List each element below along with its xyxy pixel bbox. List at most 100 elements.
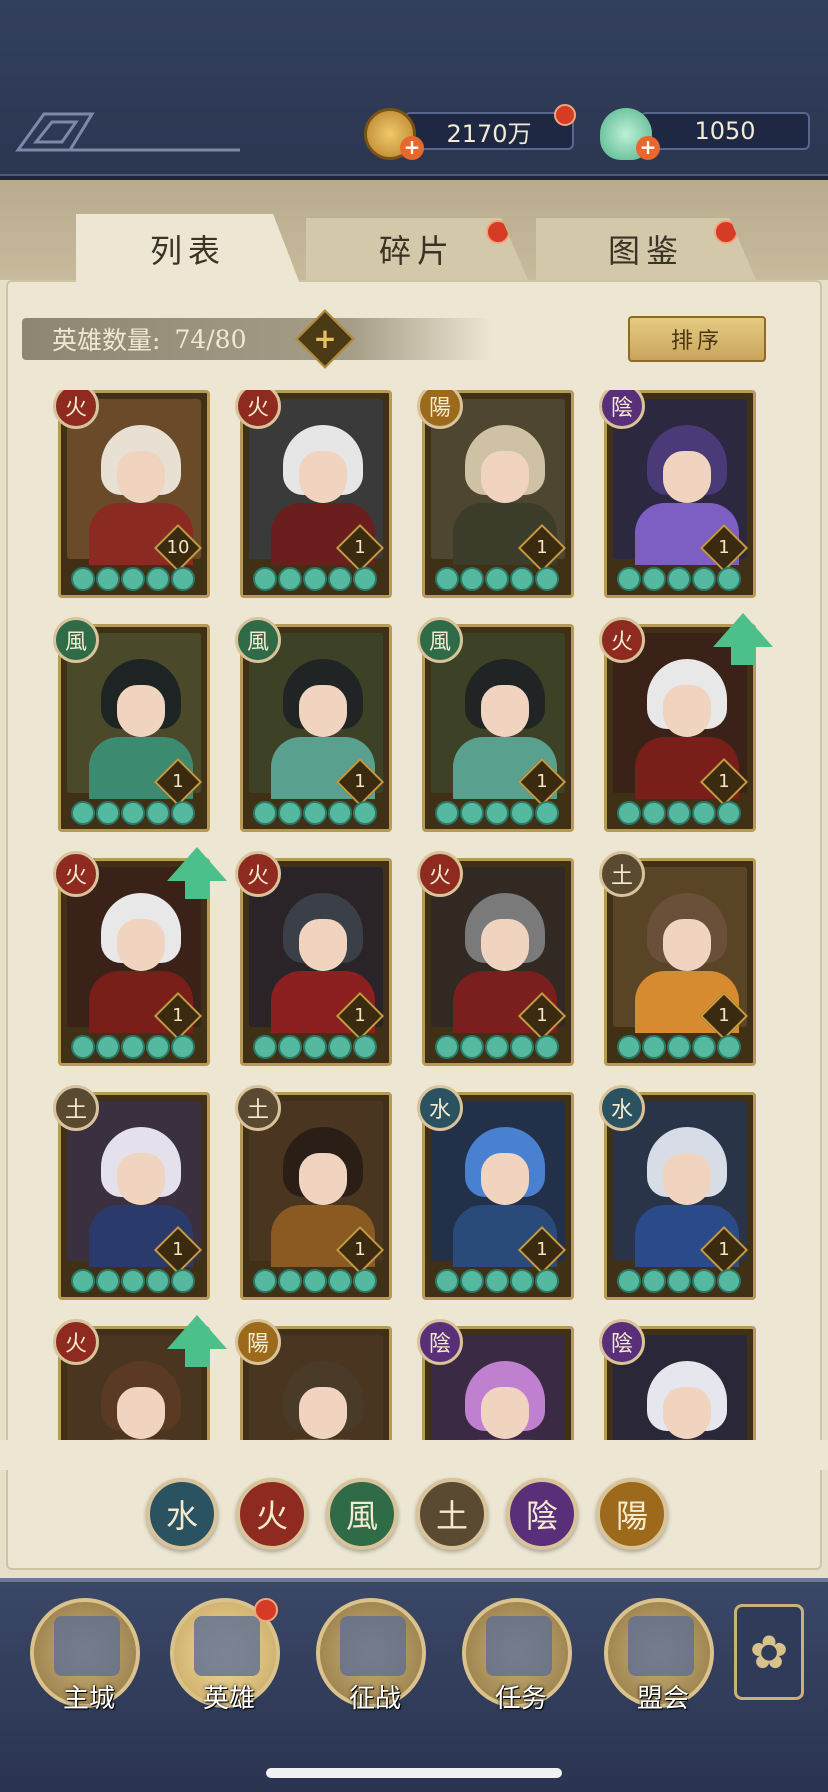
element-badge-icon: 火 bbox=[53, 851, 99, 897]
hero-face bbox=[481, 1387, 529, 1439]
jade-star-icon bbox=[96, 567, 120, 591]
jade-star-icon bbox=[171, 801, 195, 825]
element-badge-icon: 風 bbox=[235, 617, 281, 663]
jade-star-icon bbox=[435, 1035, 459, 1059]
hero-level: 1 bbox=[172, 771, 184, 792]
hero-star-rating bbox=[435, 1269, 559, 1293]
nav-label: 盟会 bbox=[636, 1684, 689, 1714]
jade-star-icon bbox=[253, 801, 277, 825]
filter-fire-button[interactable]: 火 bbox=[236, 1478, 308, 1550]
hero-level: 1 bbox=[536, 771, 548, 792]
hero-card[interactable]: 土1 bbox=[599, 851, 756, 1066]
hero-card[interactable]: 陽 bbox=[235, 1319, 392, 1450]
jade-star-icon bbox=[667, 801, 691, 825]
element-badge-icon: 土 bbox=[53, 1085, 99, 1131]
filter-yang-button[interactable]: 陽 bbox=[596, 1478, 668, 1550]
hero-face bbox=[663, 451, 711, 503]
jade-star-icon bbox=[121, 1035, 145, 1059]
filter-wind-button[interactable]: 風 bbox=[326, 1478, 398, 1550]
hero-card[interactable]: 陰 bbox=[417, 1319, 574, 1450]
nav-battle-button[interactable]: 征战 bbox=[316, 1598, 426, 1714]
sort-button[interactable]: 排序 bbox=[628, 316, 766, 362]
nav-city-gate-button[interactable]: 主城 bbox=[30, 1598, 140, 1714]
jade-value: 1050 bbox=[640, 112, 810, 150]
hero-face bbox=[117, 685, 165, 737]
element-badge-icon: 風 bbox=[53, 617, 99, 663]
plus-icon: + bbox=[313, 322, 337, 355]
hero-star-rating bbox=[253, 801, 377, 825]
hero-card[interactable]: 火1 bbox=[599, 613, 773, 832]
nav-scroll-task-button[interactable]: 任务 bbox=[462, 1598, 572, 1714]
jade-star-icon bbox=[510, 1035, 534, 1059]
hero-card[interactable]: 火1 bbox=[235, 851, 392, 1066]
hero-level: 1 bbox=[718, 537, 730, 558]
filter-earth-button[interactable]: 土 bbox=[416, 1478, 488, 1550]
jade-star-icon bbox=[121, 801, 145, 825]
hero-card[interactable]: 火1 bbox=[53, 847, 227, 1066]
jade-star-icon bbox=[353, 801, 377, 825]
add-jade-button[interactable]: + bbox=[636, 136, 660, 160]
hero-face bbox=[299, 1387, 347, 1439]
jade-resource[interactable]: 1050 + bbox=[600, 108, 810, 160]
hero-star-rating bbox=[435, 1035, 559, 1059]
flower-menu-icon[interactable]: ✿ bbox=[734, 1604, 804, 1700]
jade-star-icon bbox=[253, 567, 277, 591]
tab-list[interactable]: 列表 bbox=[76, 214, 300, 284]
coin-alert-dot bbox=[554, 104, 576, 126]
filter-yin-button[interactable]: 陰 bbox=[506, 1478, 578, 1550]
hero-card[interactable]: 火1 bbox=[235, 390, 392, 598]
hero-card[interactable]: 陽1 bbox=[417, 390, 574, 598]
jade-star-icon bbox=[171, 567, 195, 591]
hero-grid: 火 10 火1 陽1 陰1 風1 風1 風 1 火 1 火 1 火 1 火 1 … bbox=[0, 390, 828, 1450]
element-badge-icon: 水 bbox=[417, 1085, 463, 1131]
hero-card[interactable]: 火 10 bbox=[53, 390, 210, 598]
hero-card[interactable]: 土1 bbox=[235, 1085, 392, 1300]
hero-level: 1 bbox=[354, 1239, 366, 1260]
jade-star-icon bbox=[71, 1035, 95, 1059]
home-indicator[interactable] bbox=[266, 1768, 562, 1778]
coin-resource[interactable]: 2170万 + bbox=[364, 104, 584, 160]
nav-alert-dot bbox=[254, 1598, 278, 1622]
hero-count-label: 英雄数量: bbox=[52, 326, 161, 355]
add-coin-button[interactable]: + bbox=[400, 136, 424, 160]
hero-card[interactable]: 水1 bbox=[417, 1085, 574, 1300]
hero-face bbox=[117, 1387, 165, 1439]
jade-star-icon bbox=[692, 1269, 716, 1293]
jade-star-icon bbox=[171, 1035, 195, 1059]
jade-star-icon bbox=[692, 801, 716, 825]
tab-fragments[interactable]: 碎片 bbox=[306, 218, 528, 280]
jade-star-icon bbox=[535, 1269, 559, 1293]
hero-card[interactable]: 風1 bbox=[53, 617, 210, 832]
nav-hero-portrait-button[interactable]: 英雄 bbox=[170, 1598, 280, 1714]
tab-codex[interactable]: 图鉴 bbox=[536, 218, 756, 280]
jade-star-icon bbox=[510, 1269, 534, 1293]
tab-label: 碎片 bbox=[378, 232, 455, 270]
hero-card[interactable]: 陰 bbox=[599, 1319, 756, 1450]
hero-star-rating bbox=[253, 567, 377, 591]
jade-star-icon bbox=[328, 801, 352, 825]
jade-star-icon bbox=[642, 801, 666, 825]
filter-water-button[interactable]: 水 bbox=[146, 1478, 218, 1550]
jade-star-icon bbox=[460, 567, 484, 591]
jade-star-icon bbox=[121, 1269, 145, 1293]
hero-star-rating bbox=[71, 1035, 195, 1059]
element-badge-icon: 土 bbox=[235, 1085, 281, 1131]
hero-card[interactable]: 風1 bbox=[235, 617, 392, 832]
hero-level: 10 bbox=[166, 537, 190, 558]
hero-face bbox=[663, 919, 711, 971]
jade-star-icon bbox=[353, 567, 377, 591]
nav-alliance-hall-button[interactable]: 盟会 bbox=[604, 1598, 714, 1714]
hero-card[interactable]: 土1 bbox=[53, 1085, 210, 1300]
hero-level: 1 bbox=[718, 1005, 730, 1026]
hero-face bbox=[663, 1387, 711, 1439]
hero-card[interactable]: 火1 bbox=[417, 851, 574, 1066]
hero-star-rating bbox=[71, 1269, 195, 1293]
hero-card[interactable]: 風1 bbox=[417, 617, 574, 832]
hero-card[interactable]: 火 bbox=[53, 1315, 227, 1450]
hero-count-value: 74/80 bbox=[174, 324, 247, 354]
element-badge-icon: 土 bbox=[599, 851, 645, 897]
hero-card[interactable]: 陰1 bbox=[599, 390, 756, 598]
hero-star-rating bbox=[435, 801, 559, 825]
jade-star-icon bbox=[692, 567, 716, 591]
hero-card[interactable]: 水1 bbox=[599, 1085, 756, 1300]
